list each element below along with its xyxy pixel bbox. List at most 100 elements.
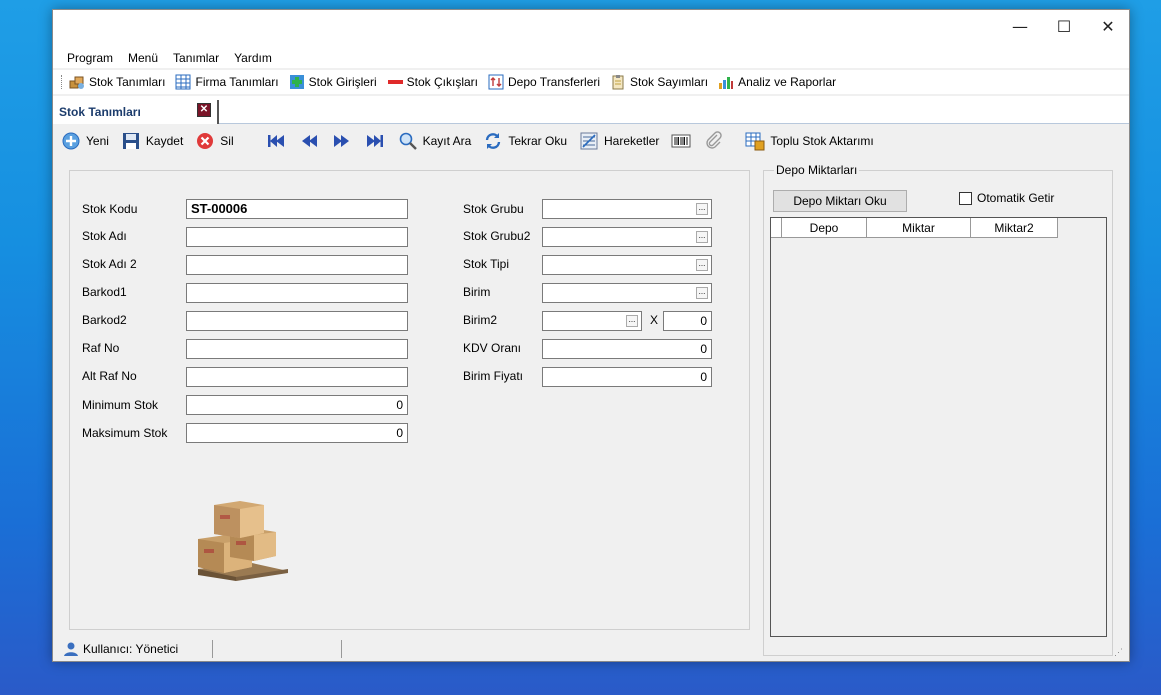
depot-quantities-grid[interactable]: Depo Miktar Miktar2 [770, 217, 1107, 637]
stock-type-lookup-button[interactable]: ... [696, 259, 708, 271]
unit-price-field[interactable]: 0 [542, 367, 712, 387]
stock-group2-lookup-button[interactable]: ... [696, 231, 708, 243]
grid-table-icon [175, 74, 191, 90]
stock-name-field[interactable] [186, 227, 408, 247]
reload-button[interactable]: Tekrar Oku [483, 131, 567, 151]
quick-stock-counts-label: Stok Sayımları [630, 75, 709, 89]
stock-group2-label: Stok Grubu2 [463, 229, 531, 243]
unit-field[interactable]: ... [542, 283, 712, 303]
stock-group-field[interactable]: ... [542, 199, 712, 219]
status-bar: Kullanıcı: Yönetici ⋰ [53, 635, 1129, 662]
stock-group-lookup-button[interactable]: ... [696, 203, 708, 215]
search-icon [398, 131, 418, 151]
minus-red-icon [387, 74, 403, 90]
stock-name2-field[interactable] [186, 255, 408, 275]
plus-green-icon [289, 74, 305, 90]
stock-code-field[interactable]: ST-00006 [186, 199, 408, 219]
status-separator-1 [212, 639, 214, 658]
delete-button[interactable]: Sil [195, 131, 234, 151]
movements-label: Hareketler [604, 134, 660, 148]
save-button[interactable]: Kaydet [121, 131, 183, 151]
sub-shelf-no-field[interactable] [186, 367, 408, 387]
barcode1-label: Barkod1 [82, 285, 127, 299]
attachment-button[interactable] [704, 131, 729, 151]
menu-definitions[interactable]: Tanımlar [173, 51, 219, 65]
maximize-button[interactable]: ☐ [1041, 10, 1087, 42]
unit2-label: Birim2 [463, 313, 498, 327]
quick-stock-exits[interactable]: Stok Çıkışları [387, 74, 478, 90]
minimize-button[interactable]: — [997, 10, 1043, 42]
min-stock-field[interactable]: 0 [186, 395, 408, 415]
shelf-no-field[interactable] [186, 339, 408, 359]
quick-stock-entries-label: Stok Girişleri [308, 75, 377, 89]
column-quantity2[interactable]: Miktar2 [971, 218, 1058, 238]
resize-grip-icon[interactable]: ⋰ [1114, 647, 1123, 658]
first-record-button[interactable] [266, 131, 291, 151]
previous-record-icon [299, 131, 319, 151]
auto-fetch-checkbox[interactable]: Otomatik Getir [959, 191, 1054, 205]
stock-code-label: Stok Kodu [82, 202, 138, 216]
previous-record-button[interactable] [299, 131, 324, 151]
menu-menu[interactable]: Menü [128, 51, 158, 65]
last-record-icon [365, 131, 385, 151]
column-depot[interactable]: Depo [782, 218, 867, 238]
next-record-button[interactable] [332, 131, 357, 151]
quick-stock-counts[interactable]: Stok Sayımları [610, 74, 708, 90]
delete-x-icon [195, 131, 215, 151]
barcode2-field[interactable] [186, 311, 408, 331]
movements-button[interactable]: Hareketler [579, 131, 659, 151]
vat-rate-field[interactable]: 0 [542, 339, 712, 359]
save-button-label: Kaydet [145, 134, 184, 148]
menu-program[interactable]: Program [67, 51, 113, 65]
max-stock-field[interactable]: 0 [186, 423, 408, 443]
stock-type-field[interactable]: ... [542, 255, 712, 275]
title-bar: — ☐ ✕ [53, 10, 1129, 48]
refresh-icon [483, 131, 503, 151]
toolbar-grip[interactable] [61, 75, 65, 89]
quick-depot-transfers[interactable]: Depo Transferleri [488, 74, 600, 90]
tab-close-icon[interactable]: ✕ [197, 103, 211, 117]
barcode2-label: Barkod2 [82, 313, 127, 327]
bulk-transfer-button[interactable]: Toplu Stok Aktarımı [745, 131, 874, 151]
unit-price-label: Birim Fiyatı [463, 369, 523, 383]
unit-lookup-button[interactable]: ... [696, 287, 708, 299]
transfer-icon [488, 74, 504, 90]
depot-grid-header: Depo Miktar Miktar2 [771, 218, 1058, 238]
unit2-lookup-button[interactable]: ... [626, 315, 638, 327]
grid-row-header-corner [771, 218, 782, 238]
stock-name-label: Stok Adı [82, 229, 127, 243]
unit-label: Birim [463, 285, 491, 299]
last-record-button[interactable] [365, 131, 390, 151]
reload-label: Tekrar Oku [508, 134, 568, 148]
barcode1-field[interactable] [186, 283, 408, 303]
menu-bar: Program Menü Tanımlar Yardım [53, 48, 1129, 68]
barcode-button[interactable] [671, 131, 696, 151]
read-depot-quantities-button[interactable]: Depo Miktarı Oku [773, 190, 907, 212]
boxes-icon [69, 74, 85, 90]
stock-group2-field[interactable]: ... [542, 227, 712, 247]
tab-stock-definitions[interactable]: Stok Tanımları ✕ [53, 100, 219, 124]
unit2-multiplier-field[interactable]: 0 [663, 311, 712, 331]
search-record-button[interactable]: Kayıt Ara [398, 131, 471, 151]
close-button[interactable]: ✕ [1085, 10, 1131, 42]
quick-stock-entries[interactable]: Stok Girişleri [289, 74, 377, 90]
auto-fetch-checkbox-box[interactable] [959, 191, 972, 205]
movements-icon [579, 131, 599, 151]
new-button[interactable]: Yeni [61, 131, 109, 151]
quick-stock-definitions[interactable]: Stok Tanımları [69, 74, 165, 90]
quick-company-definitions[interactable]: Firma Tanımları [175, 74, 279, 90]
barcode-icon [671, 131, 691, 151]
main-toolbar: Yeni Kaydet Sil Kayıt Ara Tekrar Oku Har… [53, 126, 1129, 156]
quick-analysis-reports[interactable]: Analiz ve Raporlar [718, 74, 836, 90]
delete-button-label: Sil [220, 134, 234, 148]
paperclip-icon [704, 131, 724, 151]
max-stock-label: Maksimum Stok [82, 426, 168, 440]
clipboard-icon [610, 74, 626, 90]
column-quantity[interactable]: Miktar [867, 218, 971, 238]
bulk-transfer-label: Toplu Stok Aktarımı [770, 134, 874, 148]
unit2-multiplier-label: X [650, 313, 659, 327]
unit2-field[interactable]: ... [542, 311, 642, 331]
menu-help[interactable]: Yardım [234, 51, 272, 65]
stock-product-image [192, 491, 292, 583]
quick-analysis-reports-label: Analiz ve Raporlar [738, 75, 837, 89]
